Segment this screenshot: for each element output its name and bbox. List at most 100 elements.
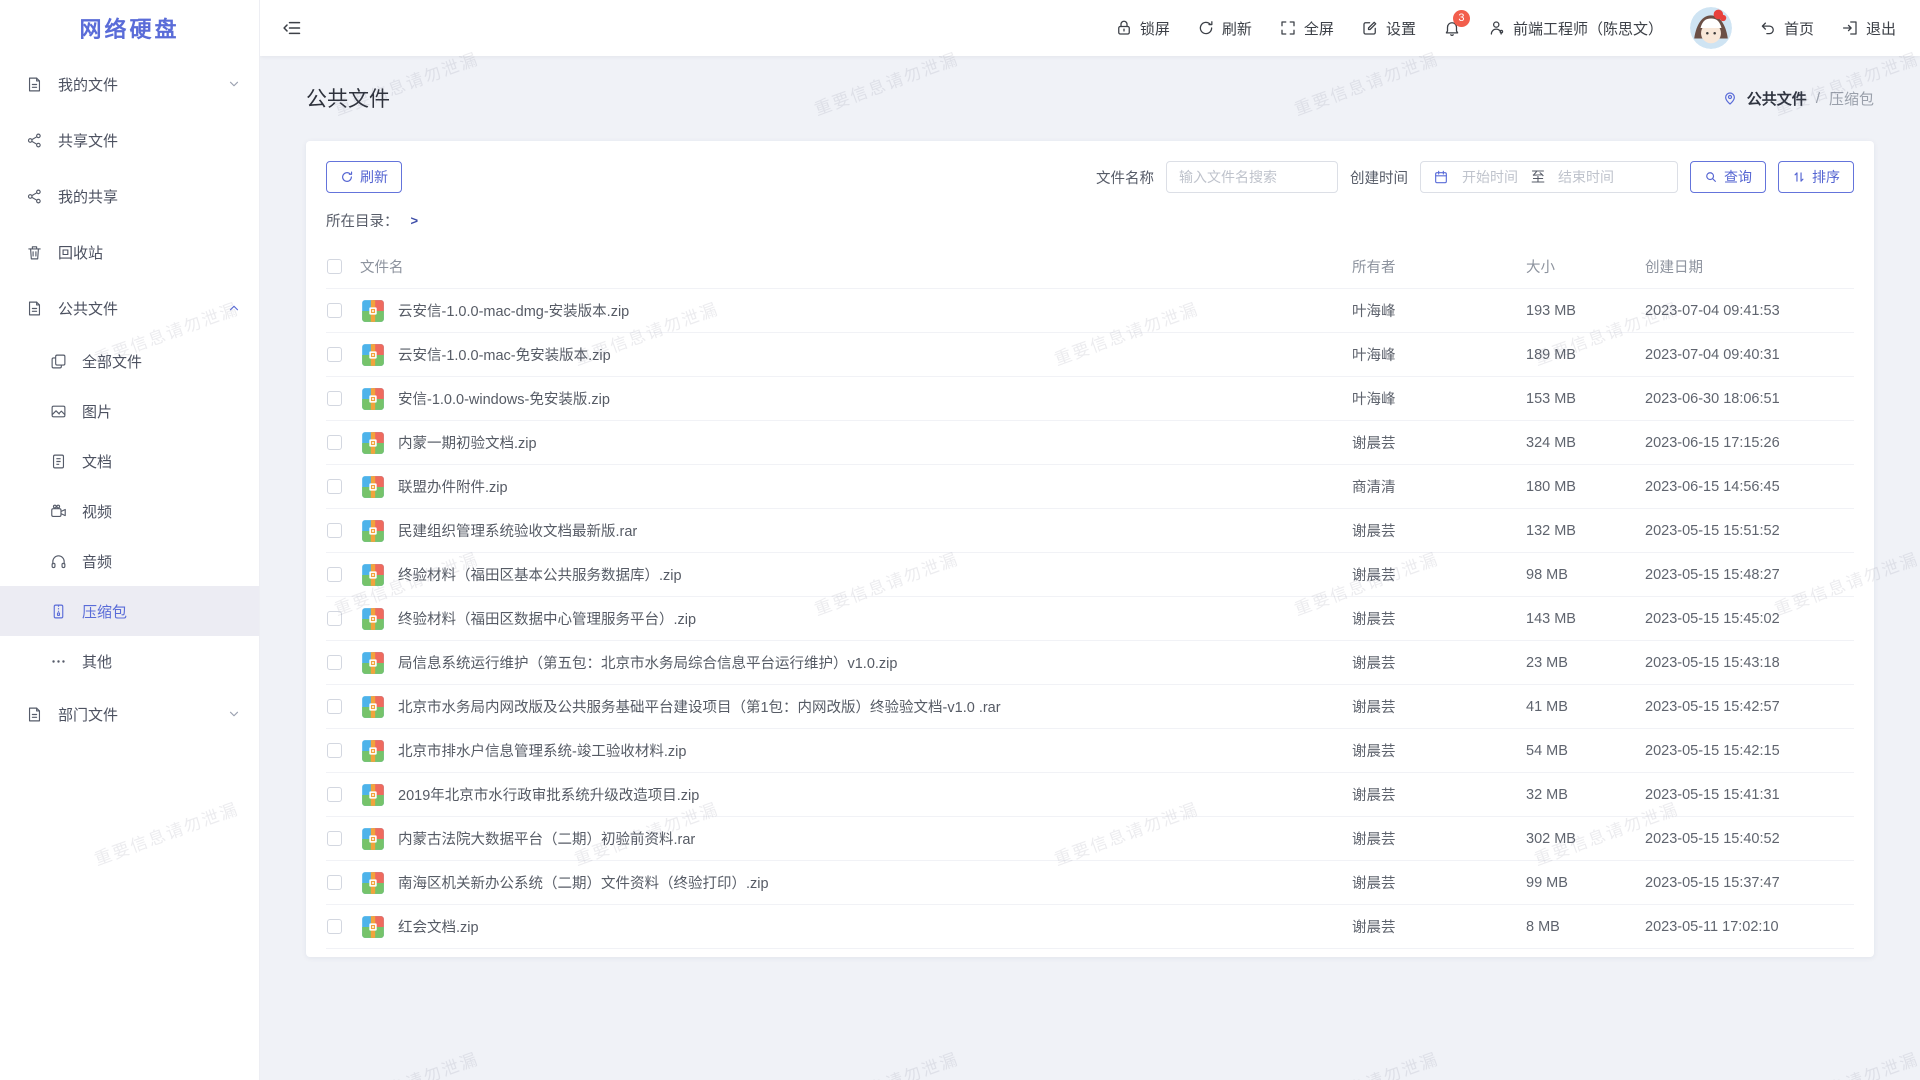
file-size: 23 MB xyxy=(1526,655,1645,671)
share-icon xyxy=(26,132,44,149)
fullscreen-button[interactable]: 全屏 xyxy=(1279,18,1334,39)
sidebar-item-all-files[interactable]: 全部文件 xyxy=(0,336,259,386)
row-checkbox[interactable] xyxy=(327,391,342,406)
table-row: 联盟办件附件.zip 商清清 180 MB 2023-06-15 14:56:4… xyxy=(326,465,1854,509)
sidebar-item-my-shares[interactable]: 我的共享 xyxy=(0,168,259,224)
rar-file-icon xyxy=(360,782,386,808)
row-checkbox[interactable] xyxy=(327,435,342,450)
list-refresh-button[interactable]: 刷新 xyxy=(326,161,402,193)
avatar[interactable] xyxy=(1690,7,1732,49)
select-all-checkbox[interactable] xyxy=(327,259,342,274)
sidebar-item-department-files[interactable]: 部门文件 xyxy=(0,686,259,742)
table-row: 局信息系统运行维护（第五包：北京市水务局综合信息平台运行维护）v1.0.zip … xyxy=(326,641,1854,685)
file-size: 143 MB xyxy=(1526,611,1645,627)
settings-button[interactable]: 设置 xyxy=(1361,18,1416,39)
file-size: 99 MB xyxy=(1526,875,1645,891)
sidebar-item-recycle-bin[interactable]: 回收站 xyxy=(0,224,259,280)
row-checkbox[interactable] xyxy=(327,699,342,714)
file-owner: 谢晨芸 xyxy=(1352,740,1526,761)
filename-search-input[interactable] xyxy=(1166,161,1338,193)
file-name[interactable]: 联盟办件附件.zip xyxy=(398,476,1352,497)
row-checkbox[interactable] xyxy=(327,347,342,362)
sort-label: 排序 xyxy=(1812,167,1840,187)
home-button[interactable]: 首页 xyxy=(1759,18,1814,39)
row-checkbox[interactable] xyxy=(327,655,342,670)
file-name[interactable]: 北京市排水户信息管理系统-竣工验收材料.zip xyxy=(398,740,1352,761)
sidebar-item-my-files[interactable]: 我的文件 xyxy=(0,56,259,112)
lock-screen-button[interactable]: 锁屏 xyxy=(1115,18,1170,39)
sort-icon xyxy=(1792,170,1806,184)
sort-button[interactable]: 排序 xyxy=(1778,161,1854,193)
file-owner: 谢晨芸 xyxy=(1352,652,1526,673)
file-date: 2023-05-15 15:42:15 xyxy=(1645,743,1854,759)
logout-button[interactable]: 退出 xyxy=(1841,18,1896,39)
table-row: 安信-1.0.0-windows-免安装版.zip 叶海峰 153 MB 202… xyxy=(326,377,1854,421)
query-label: 查询 xyxy=(1724,167,1752,187)
file-size: 189 MB xyxy=(1526,347,1645,363)
location-pin-icon xyxy=(1722,90,1738,106)
file-date: 2023-06-15 17:15:26 xyxy=(1645,435,1854,451)
start-date-placeholder[interactable]: 开始时间 xyxy=(1462,167,1518,187)
file-name[interactable]: 终验材料（福田区基本公共服务数据库）.zip xyxy=(398,564,1352,585)
chevron-down-icon xyxy=(227,707,241,721)
file-name[interactable]: 红会文档.zip xyxy=(398,916,1352,937)
file-name[interactable]: 安信-1.0.0-windows-免安装版.zip xyxy=(398,388,1352,409)
row-checkbox[interactable] xyxy=(327,303,342,318)
sidebar: 网络硬盘 我的文件 共享文件 我的共享 回收站 公共文件 xyxy=(0,0,260,1080)
sidebar-item-audio[interactable]: 音频 xyxy=(0,536,259,586)
file-name[interactable]: 局信息系统运行维护（第五包：北京市水务局综合信息平台运行维护）v1.0.zip xyxy=(398,652,1352,673)
sidebar-item-archives[interactable]: 压缩包 xyxy=(0,586,259,636)
date-range-picker[interactable]: 开始时间 至 结束时间 xyxy=(1420,161,1678,193)
rar-file-icon xyxy=(360,386,386,412)
refresh-button[interactable]: 刷新 xyxy=(1197,18,1252,39)
chevron-up-icon xyxy=(227,301,241,315)
file-name[interactable]: 云安信-1.0.0-mac-免安装版本.zip xyxy=(398,344,1352,365)
file-size: 180 MB xyxy=(1526,479,1645,495)
file-name[interactable]: 终验材料（福田区数据中心管理服务平台）.zip xyxy=(398,608,1352,629)
row-checkbox[interactable] xyxy=(327,523,342,538)
row-checkbox[interactable] xyxy=(327,787,342,802)
row-checkbox[interactable] xyxy=(327,875,342,890)
file-name[interactable]: 南海区机关新办公系统（二期）文件资料（终验打印）.zip xyxy=(398,872,1352,893)
file-date: 2023-05-15 15:40:52 xyxy=(1645,831,1854,847)
sidebar-item-others[interactable]: 其他 xyxy=(0,636,259,686)
rar-file-icon xyxy=(360,518,386,544)
query-button[interactable]: 查询 xyxy=(1690,161,1766,193)
file-name[interactable]: 云安信-1.0.0-mac-dmg-安装版本.zip xyxy=(398,300,1352,321)
file-name[interactable]: 民建组织管理系统验收文档最新版.rar xyxy=(398,520,1352,541)
row-checkbox[interactable] xyxy=(327,479,342,494)
row-checkbox[interactable] xyxy=(327,831,342,846)
file-name[interactable]: 内蒙古法院大数据平台（二期）初验前资料.rar xyxy=(398,828,1352,849)
settings-label: 设置 xyxy=(1386,18,1416,39)
file-owner: 叶海峰 xyxy=(1352,344,1526,365)
file-table: 文件名 所有者 大小 创建日期 云安信-1.0.0-mac-dmg-安装版本.z… xyxy=(326,245,1854,949)
file-name[interactable]: 北京市水务局内网改版及公共服务基础平台建设项目（第1包：内网改版）终验验文档-v… xyxy=(398,696,1352,717)
row-checkbox[interactable] xyxy=(327,919,342,934)
file-list-card: 刷新 文件名称 创建时间 开始时间 至 结束时间 查询 xyxy=(306,141,1874,957)
row-checkbox[interactable] xyxy=(327,567,342,582)
file-name[interactable]: 内蒙一期初验文档.zip xyxy=(398,432,1352,453)
lock-icon xyxy=(1115,19,1133,37)
public-files-submenu: 全部文件 图片 文档 视频 音频 xyxy=(0,336,259,686)
sidebar-item-documents[interactable]: 文档 xyxy=(0,436,259,486)
notifications-button[interactable]: 3 xyxy=(1443,19,1461,37)
sidebar-item-public-files[interactable]: 公共文件 xyxy=(0,280,259,336)
row-checkbox[interactable] xyxy=(327,743,342,758)
page-title: 公共文件 xyxy=(306,83,390,113)
row-checkbox[interactable] xyxy=(327,611,342,626)
rar-file-icon xyxy=(360,914,386,940)
filename-filter-label: 文件名称 xyxy=(1096,167,1154,188)
sidebar-item-videos[interactable]: 视频 xyxy=(0,486,259,536)
file-size: 41 MB xyxy=(1526,699,1645,715)
sidebar-item-shared-files[interactable]: 共享文件 xyxy=(0,112,259,168)
end-date-placeholder[interactable]: 结束时间 xyxy=(1558,167,1614,187)
breadcrumb-root[interactable]: 公共文件 xyxy=(1747,88,1807,109)
menu-fold-icon[interactable] xyxy=(282,18,302,38)
user-menu[interactable]: 前端工程师（陈思文） xyxy=(1488,18,1663,39)
directory-arrow[interactable]: > xyxy=(411,213,419,228)
card-toolbar: 刷新 文件名称 创建时间 开始时间 至 结束时间 查询 xyxy=(326,161,1854,193)
column-header-date: 创建日期 xyxy=(1645,256,1854,277)
sidebar-item-images[interactable]: 图片 xyxy=(0,386,259,436)
file-icon xyxy=(26,76,44,93)
file-name[interactable]: 2019年北京市水行政审批系统升级改造项目.zip xyxy=(398,784,1352,805)
